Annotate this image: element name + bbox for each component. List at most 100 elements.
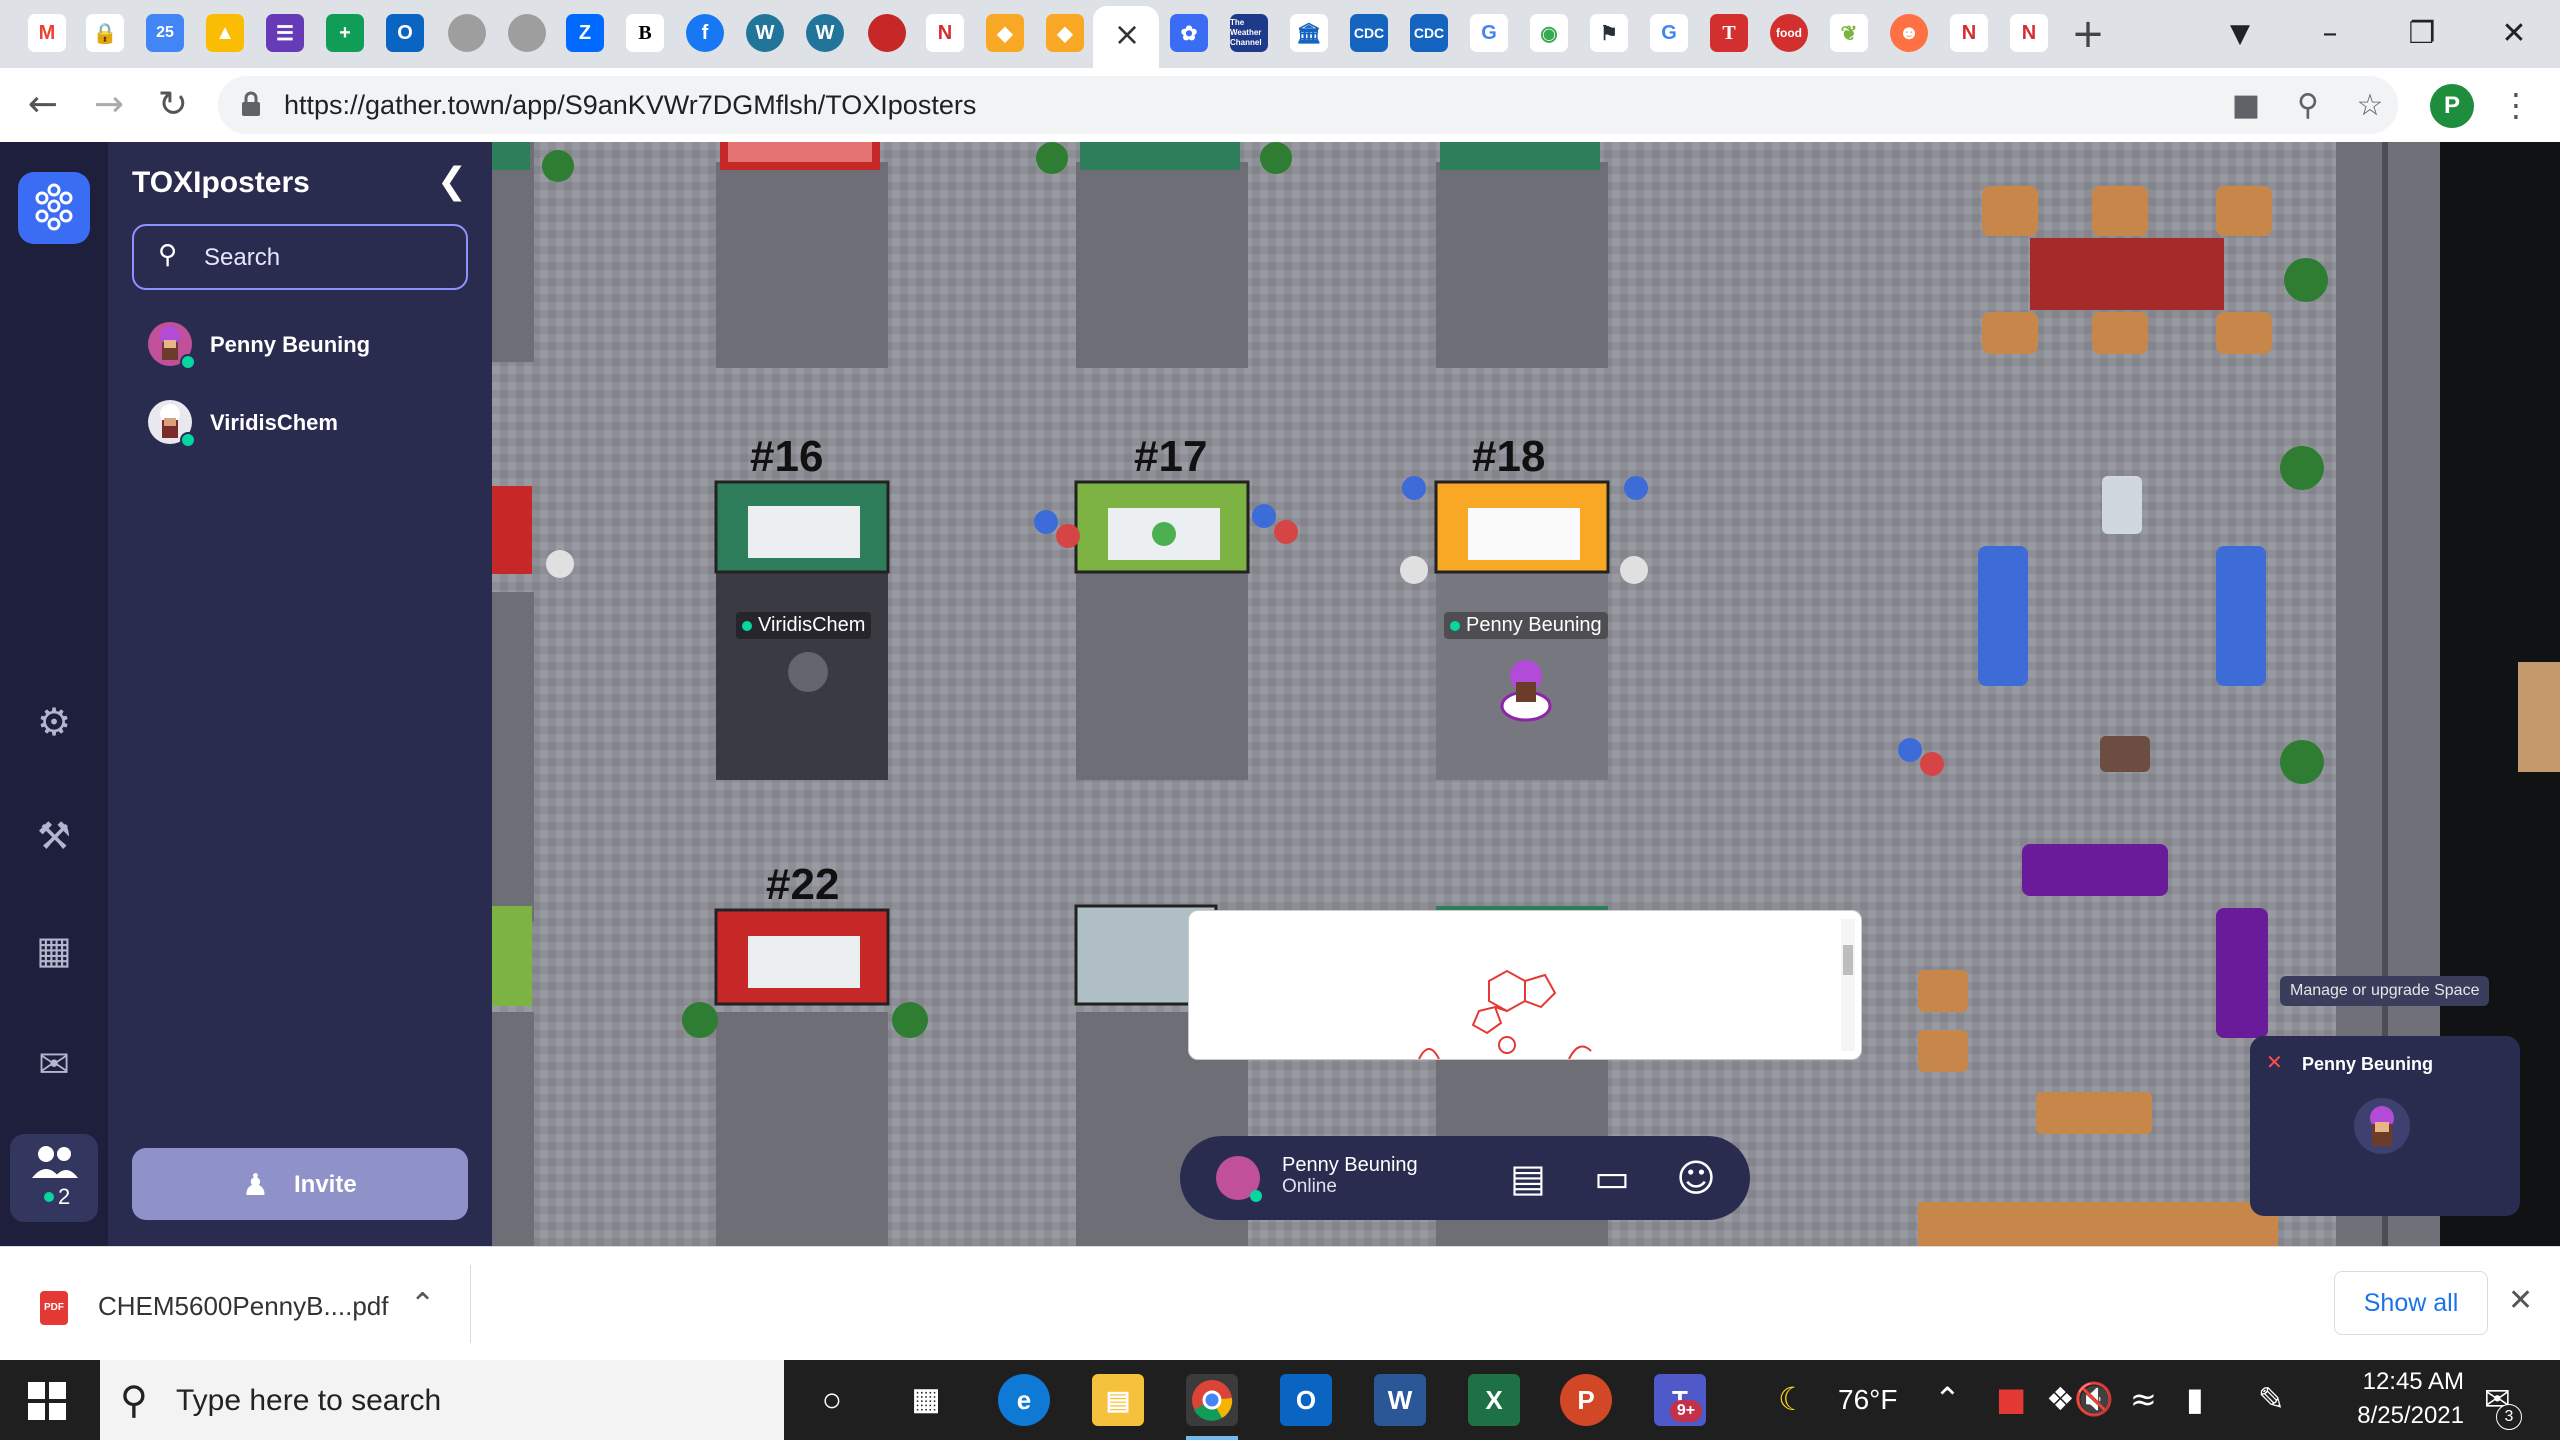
chrome-icon[interactable]: ◉ xyxy=(1530,14,1568,52)
poster-label: #17 xyxy=(1134,432,1208,481)
person-icon[interactable]: ☻ xyxy=(1890,14,1928,52)
volume-muted-icon[interactable]: 🔇 xyxy=(2074,1380,2114,1418)
gmail-icon[interactable]: M xyxy=(28,14,66,52)
close-window-icon[interactable]: ✕ xyxy=(2484,10,2544,58)
notification-app-icon[interactable]: ■ xyxy=(1996,1380,2026,1418)
outlook-icon[interactable]: O xyxy=(1280,1374,1332,1426)
map-icon[interactable]: ▤ xyxy=(1504,1154,1552,1202)
restore-icon[interactable]: ❐ xyxy=(2392,10,2452,58)
teams-icon[interactable]: ✿ xyxy=(1170,14,1208,52)
emoji-icon[interactable]: ☺ xyxy=(1672,1154,1720,1202)
facebook-icon[interactable]: f xyxy=(686,14,724,52)
gather-logo-icon[interactable] xyxy=(18,172,90,244)
forms-icon[interactable]: ☰ xyxy=(266,14,304,52)
active-indicator xyxy=(1186,1436,1238,1440)
pen-icon[interactable]: ✎ xyxy=(2258,1380,2285,1418)
bottom-control-bar: Penny Beuning Online ▤ ▭ ☺ xyxy=(1180,1136,1750,1220)
library-icon[interactable]: 🏛 xyxy=(1290,14,1328,52)
participants-button[interactable]: 2 xyxy=(10,1134,98,1222)
build-hammer-icon[interactable]: ⚒ xyxy=(28,810,80,862)
lock-tab-icon[interactable]: 🔒 xyxy=(86,14,124,52)
tab-search-icon[interactable]: ▼ xyxy=(2210,10,2270,58)
url-text[interactable]: https://gather.town/app/S9anKVWr7DGMflsh… xyxy=(284,90,976,121)
weather-temp[interactable]: 76°F xyxy=(1838,1384,1897,1416)
edu-icon[interactable]: ◆ xyxy=(986,14,1024,52)
settings-gear-icon[interactable]: ⚙ xyxy=(28,696,80,748)
chrome-active-icon[interactable] xyxy=(1186,1374,1238,1426)
search-input[interactable]: ⚲ Search xyxy=(132,224,468,290)
dropbox-icon[interactable]: ❖ xyxy=(2046,1380,2075,1418)
google2-icon[interactable]: G xyxy=(1650,14,1688,52)
download-file-name[interactable]: CHEM5600PennyB....pdf xyxy=(98,1291,389,1322)
moon2-icon[interactable] xyxy=(508,14,546,52)
wordpress-icon[interactable]: W xyxy=(746,14,784,52)
weather-channel-icon[interactable]: The Weather Channel xyxy=(1230,14,1268,52)
task-view-icon[interactable]: ▦ xyxy=(900,1374,952,1426)
bookmark-star-icon[interactable]: ☆ xyxy=(2352,88,2388,124)
wifi-icon[interactable]: ≈ xyxy=(2130,1380,2157,1418)
close-icon[interactable]: ✕ xyxy=(2508,1283,2533,1318)
chat-icon[interactable]: ✉ xyxy=(28,1038,80,1090)
people-count: 2 xyxy=(58,1184,71,1209)
people-icon xyxy=(32,1146,78,1178)
clock-date[interactable]: 8/25/2021 xyxy=(2334,1402,2464,1430)
excel-icon[interactable]: X xyxy=(1468,1374,1520,1426)
close-tab-icon[interactable]: × xyxy=(1110,14,1144,54)
collapse-panel-icon[interactable]: ❮ xyxy=(432,162,472,202)
flag-icon[interactable]: ⚑ xyxy=(1590,14,1628,52)
sheets-icon[interactable]: + xyxy=(326,14,364,52)
new-tab-button[interactable]: + xyxy=(2068,12,2108,56)
back-icon[interactable]: ← xyxy=(20,82,66,128)
moon-icon[interactable] xyxy=(448,14,486,52)
invite-button[interactable]: ♟ Invite xyxy=(132,1148,468,1220)
calendar-icon[interactable]: ▦ xyxy=(28,924,80,976)
taskbar-search-input[interactable]: ⚲ Type here to search xyxy=(100,1360,784,1440)
edu2-icon[interactable]: ◆ xyxy=(1046,14,1084,52)
manage-space-tooltip[interactable]: Manage or upgrade Space xyxy=(2280,976,2490,1006)
calendar-icon[interactable]: 25 xyxy=(146,14,184,52)
word-icon[interactable]: W xyxy=(1374,1374,1426,1426)
file-explorer-icon[interactable]: ▤ xyxy=(1092,1374,1144,1426)
clock-time[interactable]: 12:45 AM xyxy=(2334,1368,2464,1396)
forward-icon[interactable]: → xyxy=(86,82,132,128)
self-status[interactable]: Online xyxy=(1282,1176,1337,1198)
battery-icon[interactable]: ▮ xyxy=(2186,1380,2204,1418)
reload-icon[interactable]: ↻ xyxy=(150,82,196,128)
poster-preview-popup[interactable] xyxy=(1188,910,1862,1060)
member-row[interactable]: Penny Beuning xyxy=(148,322,468,374)
netflix-icon[interactable]: N xyxy=(926,14,964,52)
zillow-icon[interactable]: Z xyxy=(566,14,604,52)
powerpoint-icon[interactable]: P xyxy=(1560,1374,1612,1426)
bloomberg-icon[interactable]: B xyxy=(626,14,664,52)
chevron-up-icon[interactable]: ⌃ xyxy=(410,1287,435,1322)
outlook-icon[interactable]: O xyxy=(386,14,424,52)
edge-icon[interactable]: e xyxy=(998,1374,1050,1426)
minimize-icon[interactable]: – xyxy=(2300,10,2360,58)
video-tile[interactable]: ✕ Penny Beuning xyxy=(2250,1036,2520,1216)
online-status-dot xyxy=(180,432,196,448)
food-icon[interactable]: food xyxy=(1770,14,1808,52)
weather-moon-icon[interactable]: ☾ xyxy=(1778,1380,1807,1418)
cdc-icon[interactable]: CDC xyxy=(1350,14,1388,52)
apple-icon[interactable] xyxy=(868,14,906,52)
netflix2-icon[interactable]: N xyxy=(1950,14,1988,52)
address-bar[interactable]: https://gather.town/app/S9anKVWr7DGMflsh… xyxy=(218,76,2398,134)
netflix3-icon[interactable]: N xyxy=(2010,14,2048,52)
google-icon[interactable]: G xyxy=(1470,14,1508,52)
chevron-up-icon[interactable]: ⌃ xyxy=(1934,1380,1961,1418)
show-all-button[interactable]: Show all xyxy=(2334,1271,2488,1335)
nyt-icon[interactable]: T xyxy=(1710,14,1748,52)
leaf-icon[interactable]: ❦ xyxy=(1830,14,1868,52)
member-row[interactable]: ViridisChem xyxy=(148,400,468,452)
zoom-icon[interactable]: ⚲ xyxy=(2290,88,2326,124)
cortana-icon[interactable]: ○ xyxy=(806,1374,858,1426)
chrome-menu-icon[interactable]: ⋮ xyxy=(2500,82,2532,128)
camera-blocked-icon[interactable]: ■ xyxy=(2228,88,2264,124)
screen-share-icon[interactable]: ▭ xyxy=(1588,1154,1636,1202)
windows-start-icon[interactable] xyxy=(28,1382,66,1420)
profile-avatar[interactable]: P xyxy=(2430,84,2474,128)
drive-icon[interactable]: ▲ xyxy=(206,14,244,52)
wordpress2-icon[interactable]: W xyxy=(806,14,844,52)
cdc2-icon[interactable]: CDC xyxy=(1410,14,1448,52)
self-name[interactable]: Penny Beuning xyxy=(1282,1154,1418,1177)
